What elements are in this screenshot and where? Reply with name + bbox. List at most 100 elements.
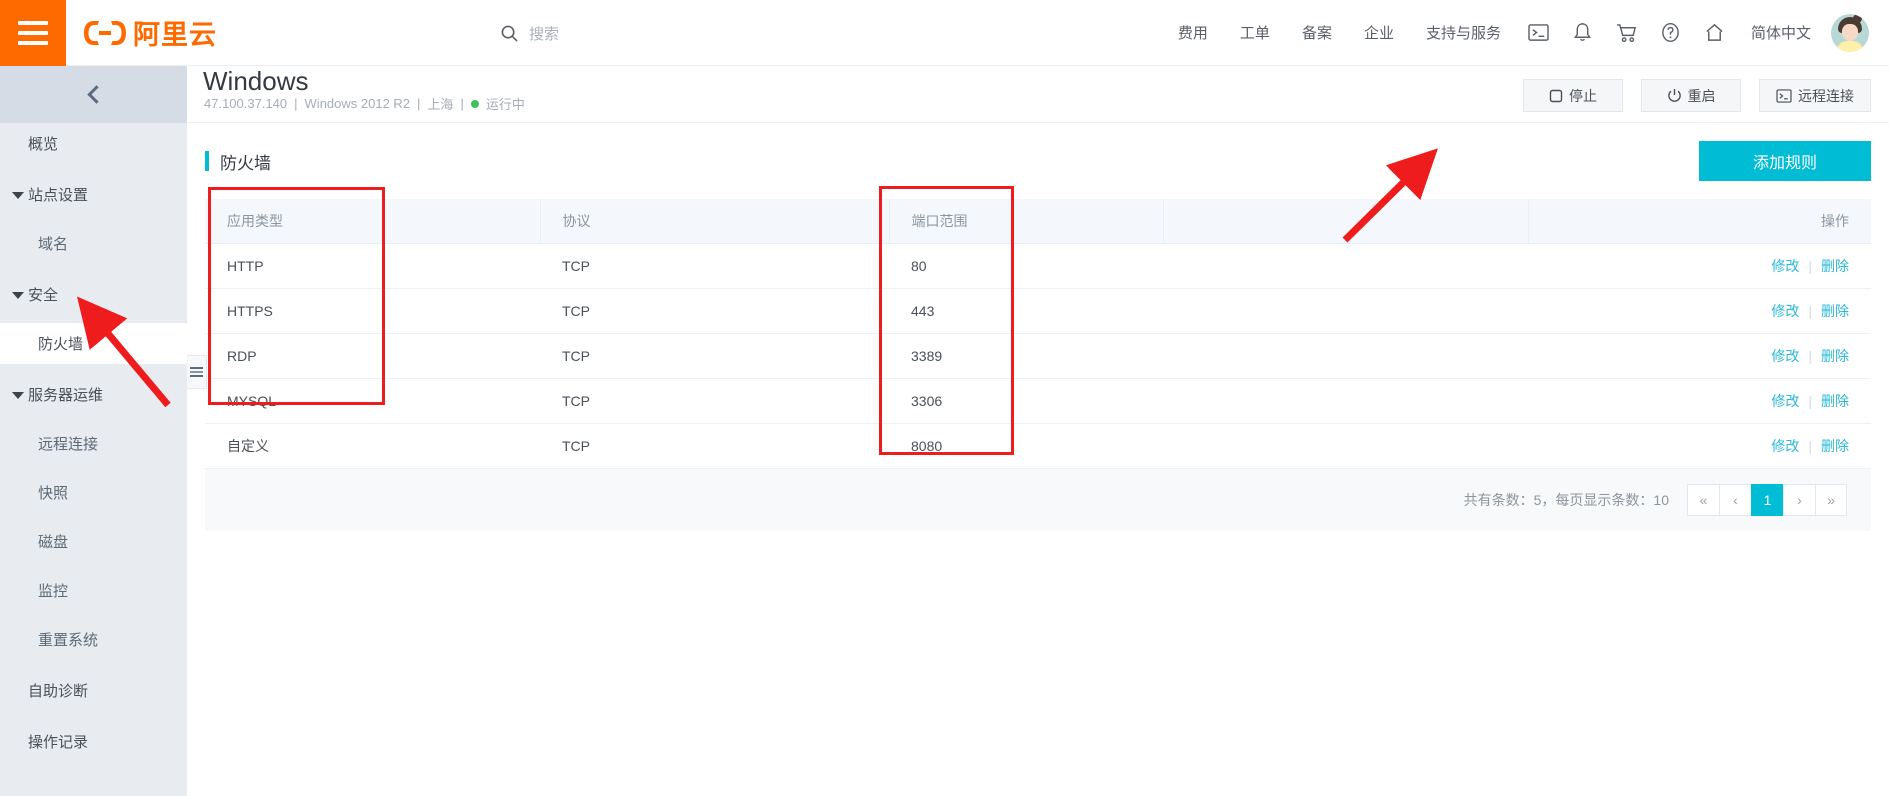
status-dot-icon — [470, 99, 479, 108]
language-selector[interactable]: 简体中文 — [1737, 22, 1825, 43]
cell-proto: TCP — [540, 333, 889, 379]
top-navigation-bar: 阿里云 搜索 费用 工单 备案 企业 支持与服务 简体中文 — [0, 0, 1889, 66]
instance-ip: 47.100.37.140 — [204, 96, 288, 111]
pager-button-1[interactable]: ‹ — [1719, 483, 1751, 516]
sidebar-collapse-back-button[interactable] — [0, 66, 187, 123]
home-icon[interactable] — [1693, 0, 1737, 66]
edit-link[interactable]: 修改 — [1771, 393, 1799, 409]
nav-link-icp[interactable]: 备案 — [1286, 22, 1348, 43]
power-icon — [1667, 89, 1681, 102]
delete-link[interactable]: 删除 — [1821, 258, 1849, 274]
sidebar-item-label: 站点设置 — [28, 187, 89, 204]
avatar[interactable] — [1831, 13, 1869, 52]
cell-proto: TCP — [540, 378, 889, 424]
delete-link[interactable]: 删除 — [1821, 438, 1849, 454]
sidebar-item-label: 操作记录 — [28, 734, 89, 751]
hamburger-icon[interactable] — [0, 0, 66, 66]
sidebar-item-12[interactable]: 操作记录 — [0, 721, 187, 762]
page-title: Windows — [203, 66, 309, 96]
table-header: 应用类型 协议 端口范围 操作 — [205, 199, 1871, 244]
delete-link[interactable]: 删除 — [1821, 303, 1849, 319]
sidebar-item-label: 安全 — [28, 287, 59, 304]
search-icon — [501, 25, 518, 42]
left-sidebar: 概览站点设置域名安全防火墙服务器运维远程连接快照磁盘监控重置系统自助诊断操作记录 — [0, 66, 187, 796]
restart-button[interactable]: 重启 — [1641, 79, 1741, 112]
sidebar-item-9[interactable]: 监控 — [0, 570, 187, 611]
search-box[interactable]: 搜索 — [500, 0, 559, 66]
terminal-icon[interactable] — [1517, 0, 1561, 66]
instance-action-buttons: 停止 重启 远程连接 — [1523, 79, 1871, 112]
nav-link-support[interactable]: 支持与服务 — [1410, 22, 1517, 43]
cell-port: 8080 — [889, 423, 1163, 469]
edit-link[interactable]: 修改 — [1771, 303, 1799, 319]
firewall-rules-table: 应用类型 协议 端口范围 操作 HTTP TCP 80 修改 | 删除 HTTPS TCP 44… — [205, 199, 1871, 469]
cell-blank — [1163, 288, 1528, 334]
table-row: RDP TCP 3389 修改 | 删除 — [205, 333, 1871, 379]
table-footer: 共有条数：5，每页显示条数：10 «‹ 1 ›» — [205, 468, 1871, 531]
pager-button-2[interactable]: 1 — [1751, 483, 1783, 516]
sidebar-item-11[interactable]: 自助诊断 — [0, 670, 187, 711]
bell-icon[interactable] — [1561, 0, 1605, 66]
caret-down-icon — [12, 391, 24, 399]
sidebar-item-4[interactable]: 防火墙 — [0, 323, 187, 364]
pager-button-0[interactable]: « — [1687, 483, 1719, 516]
status-badge: 运行中 — [485, 97, 525, 112]
edit-link[interactable]: 修改 — [1771, 438, 1799, 454]
cell-app: HTTPS — [205, 288, 540, 334]
action-separator: | — [1808, 257, 1812, 274]
cell-blank — [1163, 423, 1528, 469]
instance-os: Windows 2012 R2 — [304, 96, 411, 111]
delete-link[interactable]: 删除 — [1821, 393, 1849, 409]
sidebar-item-10[interactable]: 重置系统 — [0, 619, 187, 660]
nav-link-fee[interactable]: 费用 — [1162, 22, 1224, 43]
help-icon[interactable] — [1649, 0, 1693, 66]
add-rule-button[interactable]: 添加规则 — [1699, 141, 1871, 181]
sidebar-item-6[interactable]: 远程连接 — [0, 423, 187, 464]
cell-blank — [1163, 333, 1528, 379]
instance-page-header: Windows 47.100.37.140 | Windows 2012 R2 … — [187, 66, 1889, 123]
cell-operations: 修改 | 删除 — [1528, 378, 1871, 424]
sidebar-item-2[interactable]: 域名 — [0, 223, 187, 264]
pagination: «‹ 1 ›» — [1687, 483, 1847, 516]
caret-down-icon — [12, 191, 24, 199]
delete-link[interactable]: 删除 — [1821, 348, 1849, 364]
stop-button[interactable]: 停止 — [1523, 79, 1623, 112]
cell-port: 443 — [889, 288, 1163, 334]
sidebar-item-5[interactable]: 服务器运维 — [0, 374, 187, 415]
restart-button-label: 重启 — [1687, 87, 1716, 104]
cell-app: HTTP — [205, 243, 540, 289]
cell-operations: 修改 | 删除 — [1528, 423, 1871, 469]
nav-link-ticket[interactable]: 工单 — [1224, 22, 1286, 43]
sidebar-item-1[interactable]: 站点设置 — [0, 174, 187, 215]
main-content: 防火墙 添加规则 应用类型 协议 端口范围 操作 HTTP TCP 80 修改 | 删除 H… — [187, 123, 1889, 796]
edit-link[interactable]: 修改 — [1771, 348, 1799, 364]
table-row: 自定义 TCP 8080 修改 | 删除 — [205, 423, 1871, 469]
table-row: HTTPS TCP 443 修改 | 删除 — [205, 288, 1871, 334]
action-separator: | — [1808, 437, 1812, 454]
meta-separator-3: | — [460, 96, 464, 111]
aliyun-logo-mark — [84, 20, 126, 45]
cell-app: RDP — [205, 333, 540, 379]
sidebar-item-7[interactable]: 快照 — [0, 472, 187, 513]
meta-separator-2: | — [417, 96, 421, 111]
pager-button-3[interactable]: › — [1783, 483, 1815, 516]
column-header-blank — [1163, 199, 1529, 244]
cell-port: 3389 — [889, 333, 1163, 379]
sidebar-item-8[interactable]: 磁盘 — [0, 521, 187, 562]
sidebar-item-0[interactable]: 概览 — [0, 123, 187, 164]
remote-connect-button[interactable]: 远程连接 — [1759, 79, 1871, 112]
sidebar-item-label: 快照 — [38, 485, 69, 502]
cart-icon[interactable] — [1605, 0, 1649, 66]
cell-app: 自定义 — [205, 423, 540, 469]
nav-link-enterprise[interactable]: 企业 — [1348, 22, 1410, 43]
sidebar-item-3[interactable]: 安全 — [0, 274, 187, 315]
record-count-text: 共有条数：5，每页显示条数：10 — [1463, 491, 1669, 508]
search-input-placeholder[interactable]: 搜索 — [529, 23, 559, 44]
panel-collapse-handle[interactable] — [187, 355, 207, 389]
pager-button-4[interactable]: » — [1815, 483, 1847, 516]
cell-proto: TCP — [540, 288, 889, 334]
terminal-icon — [1776, 88, 1792, 103]
aliyun-logo[interactable]: 阿里云 — [82, 13, 217, 52]
collapse-panel-icon — [190, 366, 203, 379]
edit-link[interactable]: 修改 — [1771, 258, 1799, 274]
